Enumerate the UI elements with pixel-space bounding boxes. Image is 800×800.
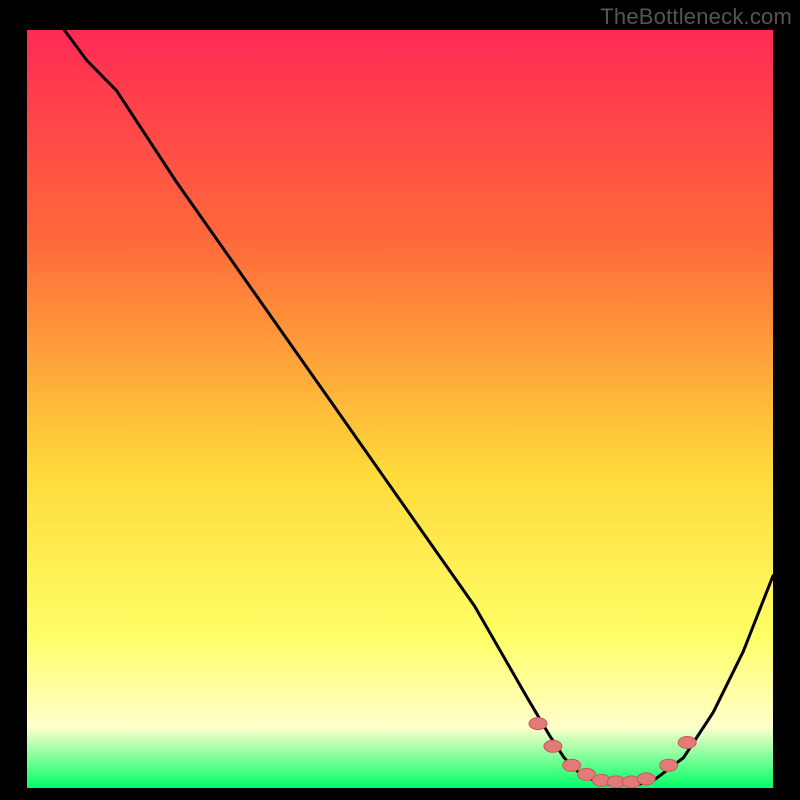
- marker-dot: [678, 737, 696, 749]
- marker-dot: [529, 718, 547, 730]
- marker-dot: [544, 740, 562, 752]
- marker-dot: [563, 759, 581, 771]
- plot-area: [27, 30, 773, 788]
- bottleneck-chart: [0, 0, 800, 800]
- marker-dot: [660, 759, 678, 771]
- marker-dot: [637, 773, 655, 785]
- attribution-label: TheBottleneck.com: [600, 4, 792, 30]
- chart-stage: TheBottleneck.com: [0, 0, 800, 800]
